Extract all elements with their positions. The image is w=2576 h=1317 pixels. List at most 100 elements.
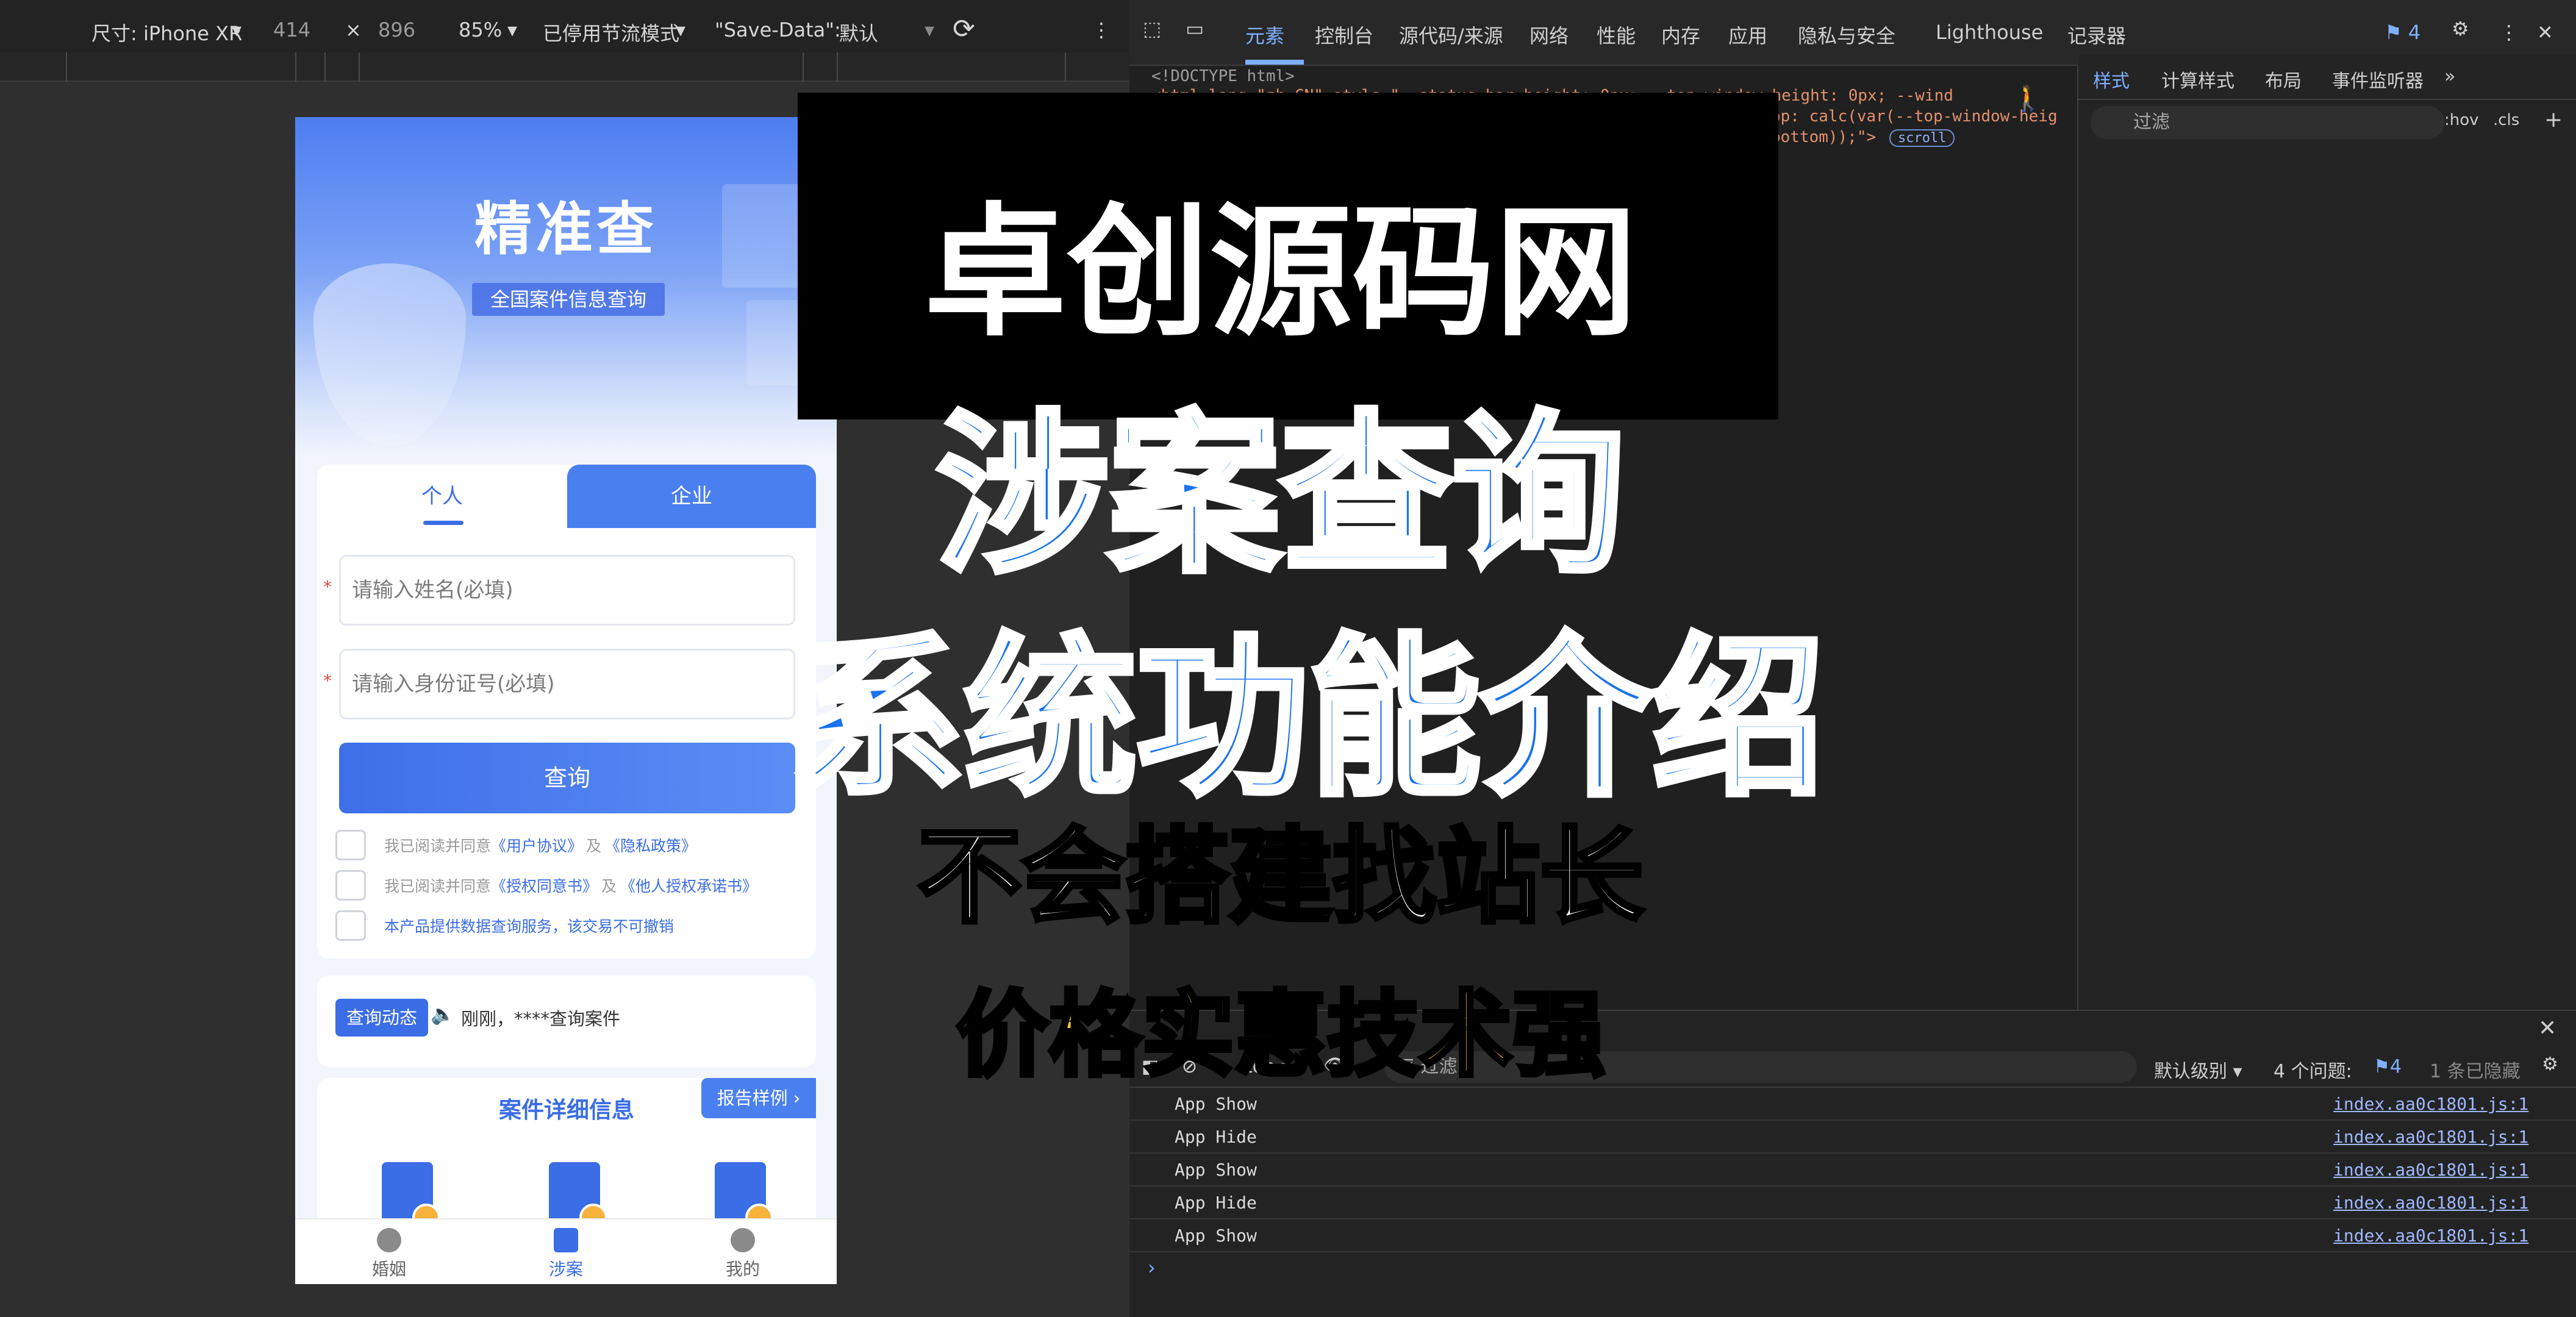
tab-company[interactable]: 企业 — [567, 465, 816, 528]
irrevocable-checkbox[interactable] — [335, 910, 366, 941]
query-dynamics: 查询动态 🔈 刚刚，****查询案件 — [317, 976, 816, 1067]
source-link[interactable]: index.aa0c1801.js:1 — [2333, 1127, 2528, 1147]
document-icon — [549, 1162, 607, 1232]
console-row: App Hide index.aa0c1801.js:1 — [1129, 1122, 2576, 1154]
agreement-row: 我已阅读并同意 《用户协议》 及 《隐私政策》 — [335, 828, 696, 862]
issues-label: 4 个问题: — [2274, 1061, 2352, 1082]
width-input[interactable]: 414 — [273, 18, 310, 41]
phone-viewport: 精准查 全国案件信息查询 个人 企业 * 请输入姓名(必填) * 请输入身份证号… — [295, 117, 837, 1284]
irrevocable-notice: 本产品提供数据查询服务，该交易不可撤销 — [384, 918, 674, 935]
overlay-title: 涉案查询 — [934, 392, 1628, 599]
tab-sources[interactable]: 源代码/来源 — [1399, 21, 1503, 49]
tab-console[interactable]: 控制台 — [1315, 21, 1373, 49]
save-data-label: "Save-Data": — [715, 18, 841, 41]
source-link[interactable]: index.aa0c1801.js:1 — [2333, 1226, 2528, 1246]
tab-person[interactable]: 个人 — [317, 465, 567, 528]
chevron-down-icon[interactable]: ▾ — [676, 18, 685, 41]
html-tag-line: bottom));"> — [1771, 128, 1877, 146]
device-toggle-icon[interactable]: ▭ — [1186, 17, 1204, 40]
tab-styles[interactable]: 样式 — [2093, 66, 2130, 93]
overlay-slogan: 价格实惠技术强 — [954, 979, 1608, 1091]
height-input[interactable]: 896 — [378, 18, 415, 41]
overlay-subtitle: 系统功能介绍 — [790, 615, 1828, 822]
rotate-icon[interactable]: ⟳ — [953, 13, 975, 45]
cls-toggle[interactable]: .cls — [2493, 111, 2519, 129]
agreement-row: 我已阅读并同意 《授权同意书》 及 《他人授权承诺书》 — [335, 868, 757, 902]
chevron-down-icon[interactable]: ▾ — [925, 18, 934, 41]
device-select[interactable]: 尺寸: iPhone XR — [91, 18, 242, 46]
source-link[interactable]: index.aa0c1801.js:1 — [2333, 1193, 2528, 1213]
hero-banner: 精准查 全国案件信息查询 — [295, 117, 837, 459]
id-number-input[interactable]: 请输入身份证号(必填) — [339, 649, 795, 719]
throttle-select[interactable]: 已停用节流模式 — [543, 18, 679, 46]
inspect-icon[interactable]: ⬚ — [1143, 17, 1161, 40]
agreement-checkbox[interactable] — [335, 830, 366, 860]
tab-lighthouse[interactable]: Lighthouse — [1936, 21, 2043, 44]
required-mark: * — [323, 577, 332, 597]
tab-marriage[interactable]: 婚姻 — [340, 1219, 438, 1284]
privacy-policy-link[interactable]: 《隐私政策》 — [605, 834, 696, 856]
query-button[interactable]: 查询 — [339, 743, 795, 813]
dynamics-text: 刚刚，****查询案件 — [461, 1008, 621, 1029]
close-icon[interactable]: ✕ — [2538, 1016, 2556, 1041]
document-icon — [382, 1162, 440, 1232]
log-level-select[interactable]: 默认级别 ▾ — [2154, 1056, 2242, 1083]
tab-computed[interactable]: 计算样式 — [2161, 66, 2234, 93]
tab-case[interactable]: 涉案 — [517, 1219, 615, 1284]
console-row: App Show index.aa0c1801.js:1 — [1129, 1155, 2576, 1187]
user-agreement-link[interactable]: 《用户协议》 — [491, 834, 582, 856]
tab-elements[interactable]: 元素 — [1245, 21, 1284, 49]
media-query-ruler — [0, 52, 1129, 82]
home-icon — [554, 1228, 578, 1252]
agreement-row: 本产品提供数据查询服务，该交易不可撤销 — [335, 908, 674, 943]
tab-active-indicator — [423, 521, 463, 525]
people-icon — [377, 1228, 401, 1252]
issues-badge[interactable]: ⚑ 4 — [2385, 21, 2420, 44]
tab-memory[interactable]: 内存 — [1661, 21, 1700, 49]
authorization-checkbox[interactable] — [335, 870, 366, 901]
styles-filter-input[interactable]: 过滤 — [2091, 106, 2444, 139]
source-link[interactable]: index.aa0c1801.js:1 — [2333, 1160, 2528, 1180]
close-icon[interactable]: ✕ — [2537, 21, 2553, 44]
chevron-right-icon[interactable]: » — [2444, 66, 2455, 87]
source-link[interactable]: index.aa0c1801.js:1 — [2333, 1094, 2528, 1114]
times-icon: × — [345, 18, 362, 41]
tab-network[interactable]: 网络 — [1530, 21, 1569, 49]
third-party-authorization-link[interactable]: 《他人授权承诺书》 — [620, 874, 757, 896]
tab-privacy[interactable]: 隐私与安全 — [1798, 21, 1895, 49]
bottom-tabbar: 婚姻 涉案 我的 — [295, 1218, 837, 1284]
chevron-down-icon[interactable]: ▾ — [232, 18, 242, 41]
tab-layout[interactable]: 布局 — [2265, 66, 2302, 93]
hov-toggle[interactable]: :hov — [2444, 111, 2479, 129]
tab-mine[interactable]: 我的 — [694, 1219, 792, 1284]
add-rule-icon[interactable]: + — [2544, 107, 2563, 132]
speaker-icon: 🔈 — [431, 1002, 455, 1026]
issues-count[interactable]: ⚑4 — [2374, 1056, 2402, 1077]
tab-recorder[interactable]: 记录器 — [2067, 21, 2126, 49]
console-row: App Hide index.aa0c1801.js:1 — [1129, 1188, 2576, 1219]
more-icon[interactable]: ⋮ — [2499, 21, 2519, 44]
scroll-badge[interactable]: scroll — [1889, 129, 1955, 147]
tab-application[interactable]: 应用 — [1728, 21, 1767, 49]
overlay-slogan: 不会搭建找站长 — [915, 815, 1645, 940]
overlay-brand: 卓创源码网 — [924, 190, 1637, 356]
zoom-select[interactable]: 85% — [459, 18, 502, 41]
name-input[interactable]: 请输入姓名(必填) — [339, 555, 795, 626]
save-data-select[interactable]: 默认 — [839, 18, 878, 46]
styles-panel: 样式 计算样式 布局 事件监听器 » ⊽ 过滤 :hov .cls + — [2078, 55, 2576, 1010]
more-icon[interactable]: ⋮ — [1092, 18, 1111, 41]
authorization-link[interactable]: 《授权同意书》 — [491, 874, 598, 896]
required-mark: * — [323, 671, 332, 691]
gear-icon[interactable]: ⚙ — [2452, 17, 2469, 40]
document-icon — [715, 1162, 773, 1232]
chevron-down-icon[interactable]: ▾ — [507, 18, 517, 41]
shield-icon — [313, 263, 466, 446]
query-card: 个人 企业 * 请输入姓名(必填) * 请输入身份证号(必填) 查询 我已阅读并… — [317, 465, 816, 958]
dynamics-button[interactable]: 查询动态 — [335, 999, 428, 1037]
doctype-line: <!DOCTYPE html> — [1151, 67, 1295, 85]
gear-icon[interactable]: ⚙ — [2542, 1054, 2558, 1075]
accessibility-icon[interactable]: 🚶 — [2012, 84, 2043, 113]
tab-event-listeners[interactable]: 事件监听器 — [2332, 66, 2424, 93]
tab-performance[interactable]: 性能 — [1597, 21, 1636, 49]
console-prompt-icon[interactable]: › — [1148, 1256, 1156, 1279]
